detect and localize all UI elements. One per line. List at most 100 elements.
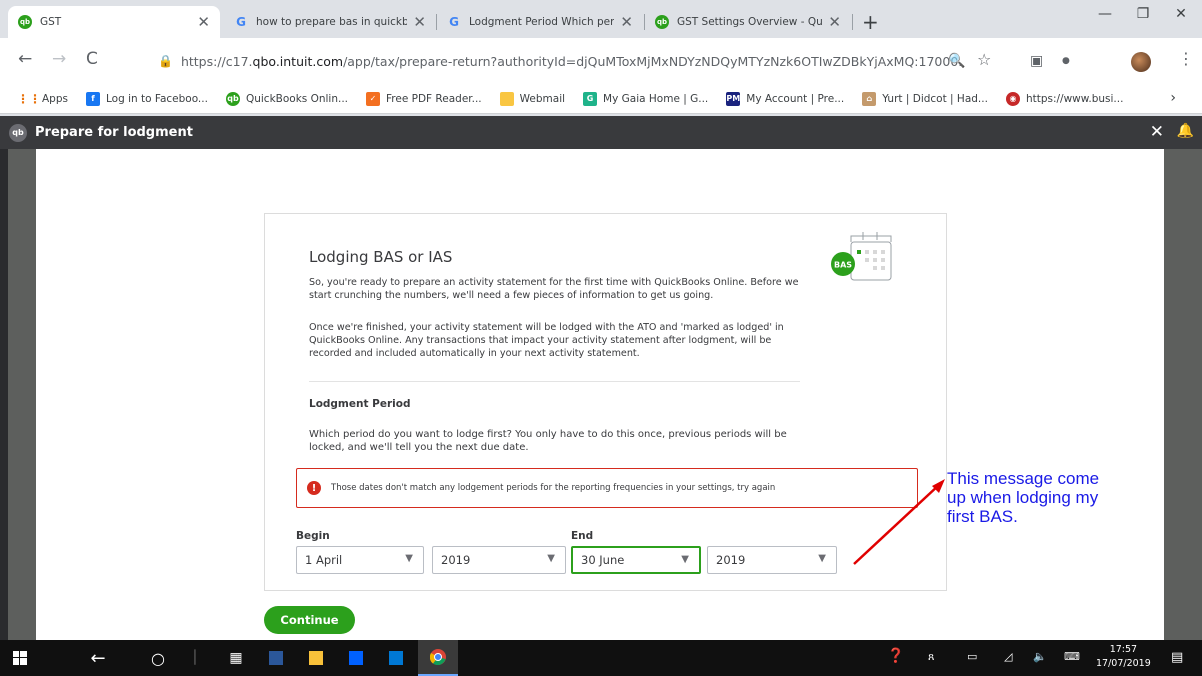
back-icon[interactable]: ← (18, 49, 32, 69)
end-year-select[interactable]: 2019 ▼ (707, 546, 837, 574)
search-circle-icon[interactable]: ○ (140, 640, 176, 676)
close-icon[interactable]: ✕ (197, 13, 210, 31)
reload-icon[interactable]: C (86, 49, 98, 69)
wifi-icon[interactable]: ◿ (1004, 650, 1012, 663)
folder-icon (499, 91, 514, 106)
bookmark-quickbooks[interactable]: qb QuickBooks Onlin... (225, 91, 349, 106)
people-icon[interactable]: ጸ (928, 650, 934, 664)
volume-icon[interactable]: 🔈 (1033, 650, 1047, 663)
new-tab-icon[interactable]: + (862, 10, 879, 34)
minimize-icon[interactable]: — (1090, 6, 1120, 22)
divider (309, 381, 800, 382)
continue-button[interactable]: Continue (264, 606, 355, 634)
bookmark-label: QuickBooks Onlin... (245, 92, 349, 105)
bookmark-apps[interactable]: ⋮⋮ Apps (17, 91, 68, 106)
address-bar[interactable]: 🔒 https://c17.qbo.intuit.com/app/tax/pre… (148, 47, 1002, 75)
close-icon[interactable]: ✕ (413, 13, 426, 31)
help-icon[interactable]: ❓ (887, 648, 904, 664)
bas-badge: BAS (834, 261, 852, 270)
tab-title: how to prepare bas in quickbo (256, 16, 408, 28)
end-label: End (571, 530, 594, 542)
tab-gst-settings[interactable]: qb GST Settings Overview - Quick ✕ (645, 6, 851, 38)
task-view-icon[interactable]: ⏐ (185, 640, 205, 676)
menu-icon[interactable]: ⋮ (1178, 49, 1194, 68)
battery-icon[interactable]: ▭ (967, 650, 977, 663)
overlay-left (8, 149, 36, 640)
lock-icon: 🔒 (158, 54, 173, 68)
select-value: 1 April (305, 553, 343, 567)
bookmark-star-icon[interactable]: ☆ (977, 50, 991, 69)
bookmark-label: Yurt | Didcot | Had... (882, 92, 988, 105)
google-icon: G (449, 15, 459, 29)
bookmark-business[interactable]: ◉ https://www.busi... (1005, 91, 1124, 106)
pdf-reader-icon: ✓ (366, 91, 381, 106)
calculator-icon[interactable]: ▦ (218, 640, 254, 676)
browser-toolbar: ← → C 🔒 https://c17.qbo.intuit.com/app/t… (0, 38, 1202, 84)
pm-icon: PM (726, 91, 741, 106)
section-title: Lodgment Period (309, 398, 411, 410)
end-month-select[interactable]: 30 June ▼ (571, 546, 701, 574)
bookmark-facebook[interactable]: f Log in to Faceboo... (85, 91, 208, 106)
notifications-icon[interactable]: ▤ (1171, 650, 1183, 665)
annotation-arrow (853, 479, 945, 565)
bookmark-gaia[interactable]: G My Gaia Home | G... (583, 91, 708, 106)
back-icon[interactable]: ← (80, 640, 116, 676)
close-icon[interactable]: ✕ (828, 13, 841, 31)
quickbooks-icon: qb (18, 15, 32, 29)
tab-title: GST Settings Overview - Quick (677, 16, 823, 28)
intro-paragraph: So, you're ready to prepare an activity … (309, 277, 799, 301)
begin-year-select[interactable]: 2019 ▼ (432, 546, 566, 574)
tab-gst[interactable]: qb GST ✕ (8, 6, 220, 38)
avatar[interactable] (1131, 52, 1151, 72)
bookmark-label: Free PDF Reader... (386, 92, 482, 105)
error-message: Those dates don't match any lodgement pe… (331, 483, 776, 493)
close-icon[interactable]: ✕ (1150, 122, 1164, 142)
chrome-icon[interactable] (418, 640, 458, 676)
zoom-icon[interactable]: 🔍 (948, 53, 965, 69)
bookmarks-bar: ⋮⋮ Apps f Log in to Faceboo... qb QuickBook… (0, 84, 1202, 114)
bookmark-label: Webmail (519, 92, 566, 105)
bookmark-yurt[interactable]: ⌂ Yurt | Didcot | Had... (862, 91, 988, 106)
select-value: 30 June (581, 553, 625, 567)
chevron-down-icon: ▼ (547, 553, 555, 564)
bookmark-label: Apps (42, 92, 68, 105)
tab-how-to-prepare-bas[interactable]: G how to prepare bas in quickbo ✕ (224, 6, 436, 38)
chevron-right-icon[interactable]: › (1170, 90, 1176, 106)
quickbooks-logo-icon: qb (9, 123, 27, 142)
begin-month-select[interactable]: 1 April ▼ (296, 546, 424, 574)
bookmark-pdf-reader[interactable]: ✓ Free PDF Reader... (366, 91, 482, 106)
period-paragraph: Which period do you want to lodge first?… (309, 429, 787, 453)
word-icon[interactable] (258, 640, 294, 676)
browser-tabstrip: qb GST ✕ G how to prepare bas in quickbo… (0, 0, 1202, 38)
bookmark-label: https://www.busi... (1025, 92, 1124, 105)
select-value: 2019 (441, 553, 471, 567)
dropbox-icon[interactable] (338, 640, 374, 676)
close-icon[interactable]: ✕ (620, 13, 633, 31)
error-icon: ! (307, 481, 321, 495)
keyboard-icon[interactable]: ⌨ (1064, 650, 1080, 663)
select-value: 2019 (716, 553, 746, 567)
chevron-down-icon: ▼ (405, 553, 413, 564)
window-close-icon[interactable]: ✕ (1166, 6, 1196, 22)
overlay-right (1164, 149, 1202, 640)
windows-start-icon[interactable] (0, 640, 40, 676)
file-explorer-icon[interactable] (298, 640, 334, 676)
tab-lodgment-period[interactable]: G Lodgment Period Which perio ✕ (437, 6, 643, 38)
tab-title: Lodgment Period Which perio (469, 16, 615, 28)
page-title: Prepare for lodgment (35, 125, 193, 140)
quickbooks-icon: qb (655, 15, 669, 29)
bookmark-webmail[interactable]: Webmail (499, 91, 566, 106)
bookmark-my-account[interactable]: PM My Account | Pre... (726, 91, 844, 106)
restore-icon[interactable]: ❐ (1128, 6, 1158, 22)
clock-time: 17:57 (1109, 644, 1138, 655)
apps-grid-icon: ⋮⋮ (17, 91, 41, 106)
taskbar-clock[interactable]: 17:57 17/07/2019 (1096, 643, 1151, 671)
extension-icon[interactable]: ● (1062, 56, 1070, 66)
bell-icon[interactable]: 🔔 (1177, 123, 1194, 139)
quickbooks-icon: qb (225, 91, 240, 106)
forward-icon[interactable]: → (52, 49, 66, 69)
tab-title: GST (40, 16, 62, 28)
outlook-icon[interactable] (378, 640, 414, 676)
extension-icon[interactable]: ▣ (1030, 53, 1043, 69)
left-nav-strip (0, 149, 8, 640)
